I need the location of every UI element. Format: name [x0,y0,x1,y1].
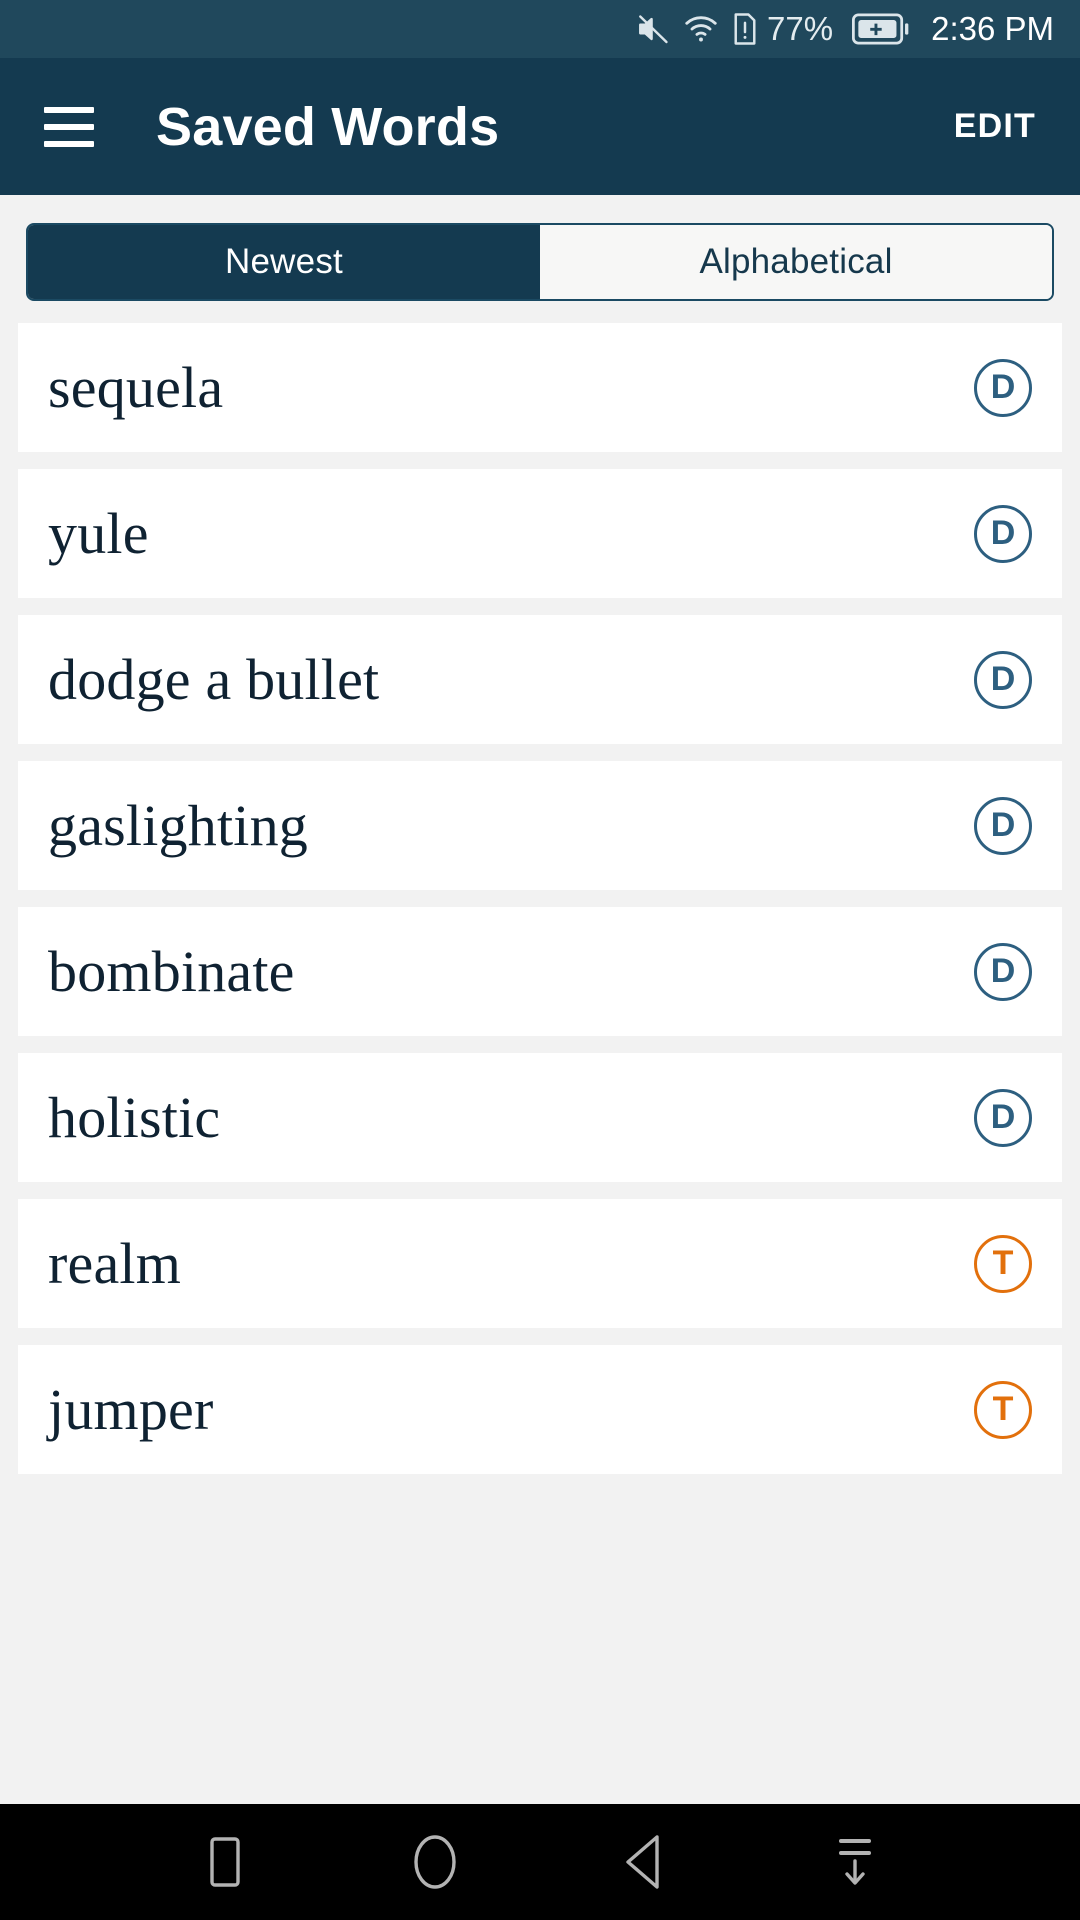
list-item[interactable]: bombinate D [18,907,1062,1036]
recents-square-icon[interactable] [190,1827,260,1897]
hide-keyboard-icon[interactable] [820,1827,890,1897]
list-item[interactable]: yule D [18,469,1062,598]
word-label: bombinate [48,938,295,1004]
word-label: jumper [48,1376,214,1442]
thesaurus-badge-icon[interactable]: T [974,1234,1032,1293]
android-navigation-bar [0,1804,1080,1920]
word-label: realm [48,1230,182,1296]
word-label: holistic [48,1084,221,1150]
dictionary-badge-icon[interactable]: D [974,796,1032,855]
battery-charging-icon [852,13,910,45]
word-label: sequela [48,354,224,420]
tab-alphabetical[interactable]: Alphabetical [540,225,1052,299]
sort-segmented-control: Newest Alphabetical [26,223,1054,301]
hamburger-menu-icon[interactable] [44,106,94,147]
status-bar: 77% 2:36 PM [0,0,1080,58]
dictionary-badge-icon[interactable]: D [974,1088,1032,1147]
thesaurus-badge-icon[interactable]: T [974,1380,1032,1439]
list-item[interactable]: dodge a bullet D [18,615,1062,744]
dictionary-badge-icon[interactable]: D [974,650,1032,709]
segmented-control-wrapper: Newest Alphabetical [0,195,1080,323]
list-item[interactable]: jumper T [18,1345,1062,1474]
mute-icon [636,12,670,46]
saved-words-list: sequela D yule D dodge a bullet D gaslig… [0,323,1080,1804]
back-triangle-icon[interactable] [610,1827,680,1897]
word-label: gaslighting [48,792,308,858]
app-bar: Saved Words EDIT [0,58,1080,195]
tab-newest[interactable]: Newest [28,225,540,299]
word-label: yule [48,500,149,566]
clock-label: 2:36 PM [931,10,1054,47]
list-item[interactable]: sequela D [18,323,1062,452]
dictionary-badge-icon[interactable]: D [974,358,1032,417]
word-label: dodge a bullet [48,646,380,712]
list-item[interactable]: holistic D [18,1053,1062,1182]
edit-button[interactable]: EDIT [954,107,1036,146]
list-item[interactable]: gaslighting D [18,761,1062,890]
dictionary-badge-icon[interactable]: D [974,504,1032,563]
phone-screen: 77% 2:36 PM Saved Words EDIT Newest Alph… [0,0,1080,1920]
battery-percent-label: 77% [767,10,834,47]
wifi-icon [683,14,719,44]
page-title: Saved Words [156,96,500,157]
list-item[interactable]: realm T [18,1199,1062,1328]
dictionary-badge-icon[interactable]: D [974,942,1032,1001]
sim-alert-icon [732,12,758,46]
home-circle-icon[interactable] [400,1827,470,1897]
main-content: Newest Alphabetical sequela D yule D dod… [0,195,1080,1804]
